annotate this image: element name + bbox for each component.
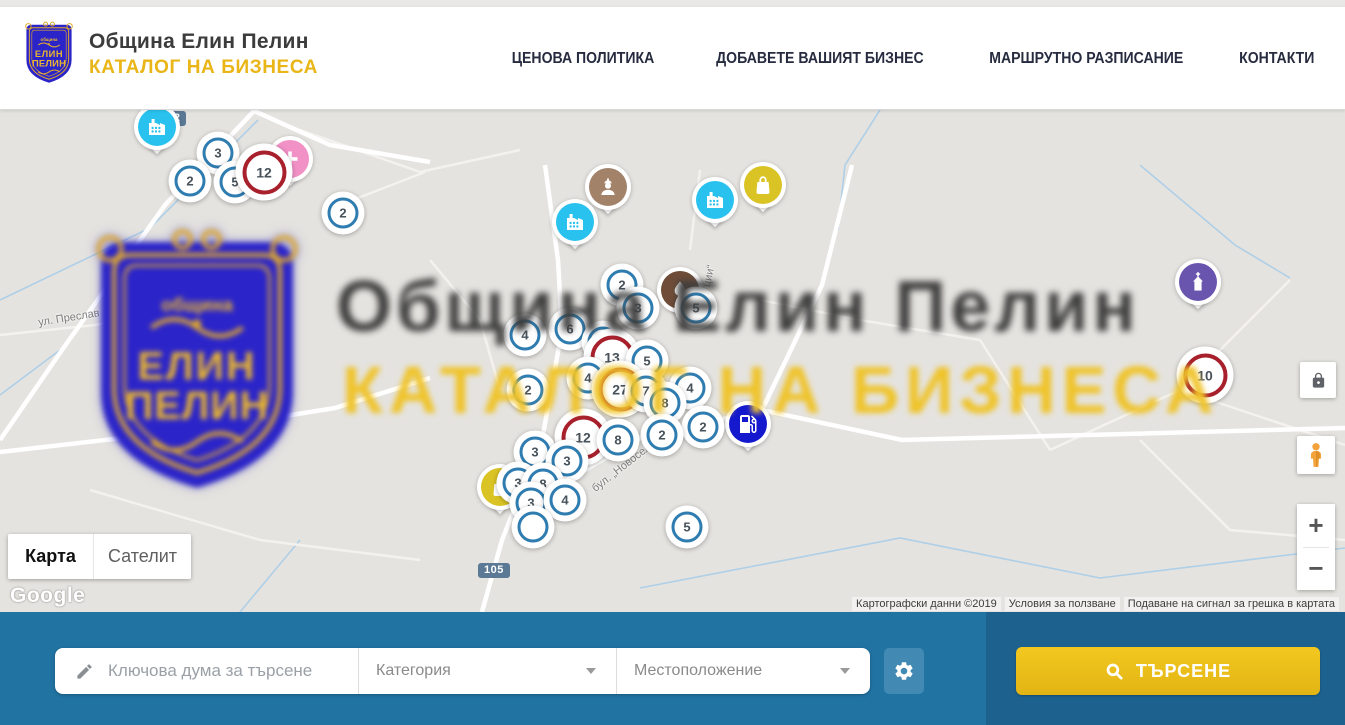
bag-pin[interactable] [740,162,786,220]
location-select[interactable]: Местоположение [617,648,870,694]
site-subtitle: КАТАЛОГ НА БИЗНЕСА [89,57,318,79]
fuel-pin[interactable] [725,401,771,459]
svg-text:ПЕЛИН: ПЕЛИН [32,59,66,69]
cluster-marker[interactable]: 2 [641,414,684,457]
municipality-emblem-icon: община ЕЛИН ПЕЛИН [22,19,76,89]
svg-text:община: община [41,36,59,42]
advanced-search-button[interactable] [884,648,924,694]
attribution-copyright: Картографски данни ©2019 [852,597,1001,611]
cluster-marker[interactable]: 8 [597,419,640,462]
chevron-down-icon [586,668,596,674]
zoom-out-button[interactable]: − [1297,548,1335,591]
zoom-in-button[interactable]: + [1297,504,1335,547]
category-select-value: Категория [376,662,451,680]
keyword-section [55,661,358,681]
cluster-marker[interactable]: 3 [617,287,660,330]
cluster-marker[interactable]: 5 [675,287,718,330]
map-attribution: Картографски данни ©2019 Условия за полз… [852,597,1339,611]
search-button-label: ТЪРСЕНЕ [1136,661,1231,682]
nav-contacts[interactable]: КОНТАКТИ [1240,50,1315,68]
cluster-marker[interactable]: 2 [507,369,550,412]
factory-pin[interactable] [552,199,598,257]
pegman-icon [1305,442,1327,468]
search-bar: Категория Местоположение ТЪРСЕНЕ [0,612,1345,725]
cluster-marker[interactable]: 2 [169,160,212,203]
zoom-control: + − [1297,504,1335,590]
header: община ЕЛИН ПЕЛИН Община Елин Пелин КАТА… [0,7,1345,110]
pencil-icon [75,662,94,681]
search-button[interactable]: ТЪРСЕНЕ [1016,647,1320,695]
search-icon [1105,662,1124,681]
cluster-marker[interactable]: 2 [682,406,725,449]
chevron-down-icon [840,668,850,674]
cluster-marker[interactable]: 4 [504,314,547,357]
site-logo[interactable]: община ЕЛИН ПЕЛИН Община Елин Пелин КАТА… [22,19,318,89]
factory-pin[interactable] [134,110,180,162]
main-nav: ЦЕНОВА ПОЛИТИКА ДОБАВЕТЕ ВАШИЯТ БИЗНЕС М… [502,7,1320,110]
map-canvas[interactable]: ул. Преславбул. „Новоселции“6002105 3251… [0,110,1345,612]
attribution-report-error-link[interactable]: Подаване на сигнал за грешка в картата [1124,597,1339,611]
cluster-marker[interactable]: 10 [1177,347,1234,404]
lock-icon [1310,372,1327,389]
top-strip [0,0,1345,7]
cluster-marker[interactable] [512,506,555,549]
category-select[interactable]: Категория [359,648,616,694]
cluster-marker[interactable]: 2 [322,192,365,235]
google-logo[interactable]: Google [10,584,85,608]
site-title: Община Елин Пелин [89,30,318,54]
map-type-map-button[interactable]: Карта [8,534,94,579]
svg-text:ЕЛИН: ЕЛИН [35,49,63,59]
keyword-input[interactable] [108,661,348,681]
search-box: Категория Местоположение [55,648,870,694]
gear-icon [893,660,915,682]
map-type-satellite-button[interactable]: Сателит [94,534,191,579]
lock-scroll-button[interactable] [1300,362,1336,398]
street-view-pegman-button[interactable] [1297,436,1335,474]
road-number-badge: 105 [478,563,510,578]
cluster-marker[interactable]: 5 [666,506,709,549]
attribution-terms-link[interactable]: Условия за ползване [1005,597,1120,611]
map-type-control: Карта Сателит [8,534,191,579]
nav-add-business[interactable]: ДОБАВЕТЕ ВАШИЯТ БИЗНЕС [716,50,924,68]
factory-pin[interactable] [692,177,738,235]
nav-pricing[interactable]: ЦЕНОВА ПОЛИТИКА [512,50,655,68]
cluster-marker[interactable]: 12 [236,144,293,201]
page: община ЕЛИН ПЕЛИН Община Елин Пелин КАТА… [0,0,1345,725]
nav-route-schedule[interactable]: МАРШРУТНО РАЗПИСАНИЕ [989,50,1183,68]
location-select-value: Местоположение [634,662,762,680]
church-pin[interactable] [1175,259,1221,317]
